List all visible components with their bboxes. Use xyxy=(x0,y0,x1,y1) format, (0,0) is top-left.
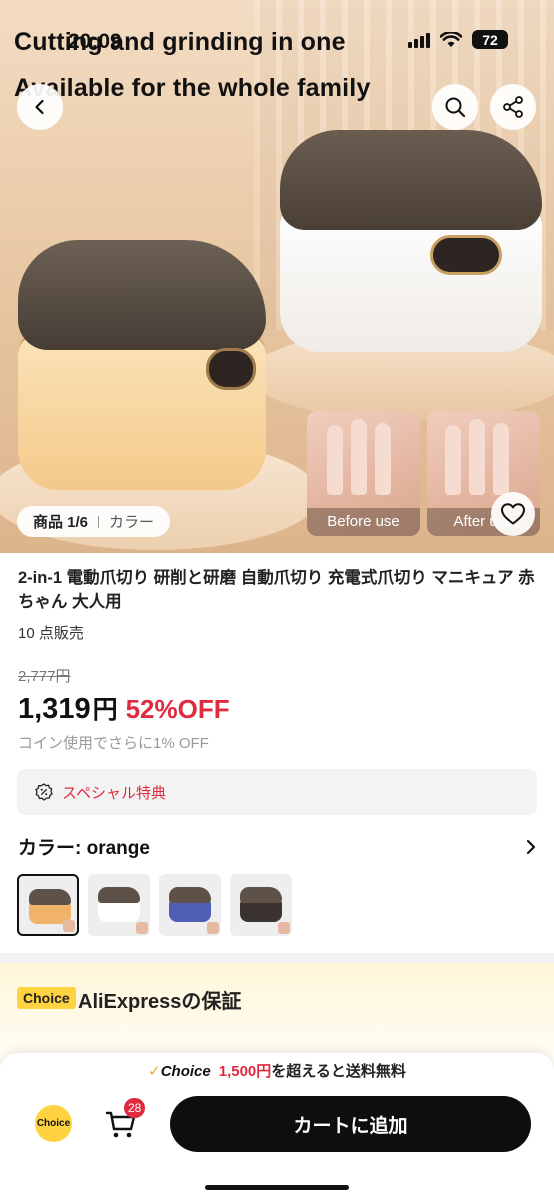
swatch-nail-thumbnail xyxy=(278,922,290,934)
color-swatch-black[interactable] xyxy=(230,874,292,936)
cart-count-badge: 28 xyxy=(124,1098,146,1118)
battery-icon: 72 xyxy=(472,30,508,49)
share-button[interactable] xyxy=(490,84,536,130)
section-divider xyxy=(0,953,554,963)
favorite-button[interactable] xyxy=(491,492,535,536)
orange-nail-clipper-image xyxy=(18,240,266,490)
color-swatches xyxy=(17,874,292,936)
guarantee-title: AliExpressの保証 xyxy=(78,991,242,1013)
current-price: 1,319 xyxy=(18,693,91,725)
cellular-signal-icon xyxy=(408,32,430,48)
add-to-cart-button[interactable]: カートに追加 xyxy=(170,1096,531,1152)
aliexpress-guarantee-section[interactable]: Choice AliExpressの保証 1,500円以上のご注文で送料無料 xyxy=(0,963,554,1071)
special-offer-label: スペシャル特典 xyxy=(62,784,166,802)
status-icons: 72 xyxy=(408,30,508,49)
special-offer-banner[interactable]: スペシャル特典 xyxy=(17,769,537,815)
back-button[interactable] xyxy=(17,84,63,130)
swatch-device-lid xyxy=(169,887,211,903)
swatch-device-body xyxy=(169,900,211,922)
swatch-nail-thumbnail xyxy=(207,922,219,934)
percent-badge-icon xyxy=(35,783,53,801)
price-unit: 円 xyxy=(92,696,118,724)
color-label: カラー: orange xyxy=(18,838,150,859)
shipping-threshold: 1,500円 xyxy=(218,1063,272,1080)
color-selector-row[interactable]: カラー: orange xyxy=(18,833,538,860)
color-swatch-orange[interactable] xyxy=(17,874,79,936)
bottom-action-bar: ✓Choice 1,500円を超えると送料無料 Choice 28 カートに追加 xyxy=(0,1053,554,1200)
chevron-right-icon xyxy=(526,839,536,854)
choice-badge: Choice xyxy=(17,987,76,1009)
swatch-device-body xyxy=(98,900,140,922)
swatch-device-body xyxy=(240,900,282,922)
product-title: 2-in-1 電動爪切り 研削と研磨 自動爪切り 充電式爪切り マニキュア 赤ち… xyxy=(18,569,535,611)
status-time: 20:09 xyxy=(68,30,122,53)
swatch-device-lid xyxy=(240,887,282,903)
share-icon xyxy=(503,96,523,118)
hero-caption-line1: Cutting and grinding in one xyxy=(14,28,346,56)
shipping-text: を超えると送料無料 xyxy=(271,1063,406,1080)
choice-store-button[interactable]: Choice xyxy=(35,1105,72,1142)
search-button[interactable] xyxy=(432,84,478,130)
price-row: 1,319 円 52%OFF xyxy=(18,690,230,726)
swatch-nail-thumbnail xyxy=(63,920,75,932)
shipping-banner: ✓Choice 1,500円を超えると送料無料 xyxy=(0,1060,554,1081)
swatch-device-lid xyxy=(29,889,71,905)
check-icon: ✓ xyxy=(148,1063,161,1080)
original-price: 2,777円 xyxy=(18,668,71,685)
before-use-label: Before use xyxy=(307,508,420,536)
before-use-photo: Before use xyxy=(307,411,420,536)
search-icon xyxy=(445,97,466,118)
swatch-nail-thumbnail xyxy=(136,922,148,934)
image-counter: 商品 1/6 xyxy=(33,514,89,531)
chevron-left-icon xyxy=(35,99,44,115)
discount-badge: 52%OFF xyxy=(125,694,230,724)
heart-icon xyxy=(501,503,525,525)
hero-caption-line2: Available for the whole family xyxy=(14,74,371,102)
white-nail-clipper-image xyxy=(280,130,542,352)
home-indicator xyxy=(205,1185,349,1190)
color-swatch-white[interactable] xyxy=(88,874,150,936)
image-counter-pill[interactable]: 商品 1/6 カラー xyxy=(17,506,171,537)
wifi-icon xyxy=(440,31,462,47)
sold-count: 10 点販売 xyxy=(18,625,84,642)
product-image-carousel[interactable]: Before use After use Cutting and grindin… xyxy=(0,0,554,553)
color-swatch-blue[interactable] xyxy=(159,874,221,936)
color-tab[interactable]: カラー xyxy=(109,511,154,532)
divider xyxy=(98,515,100,528)
coin-discount-note: コイン使用でさらに1% OFF xyxy=(18,735,209,752)
swatch-device-lid xyxy=(98,887,140,903)
shipping-choice-label: Choice xyxy=(160,1063,211,1080)
